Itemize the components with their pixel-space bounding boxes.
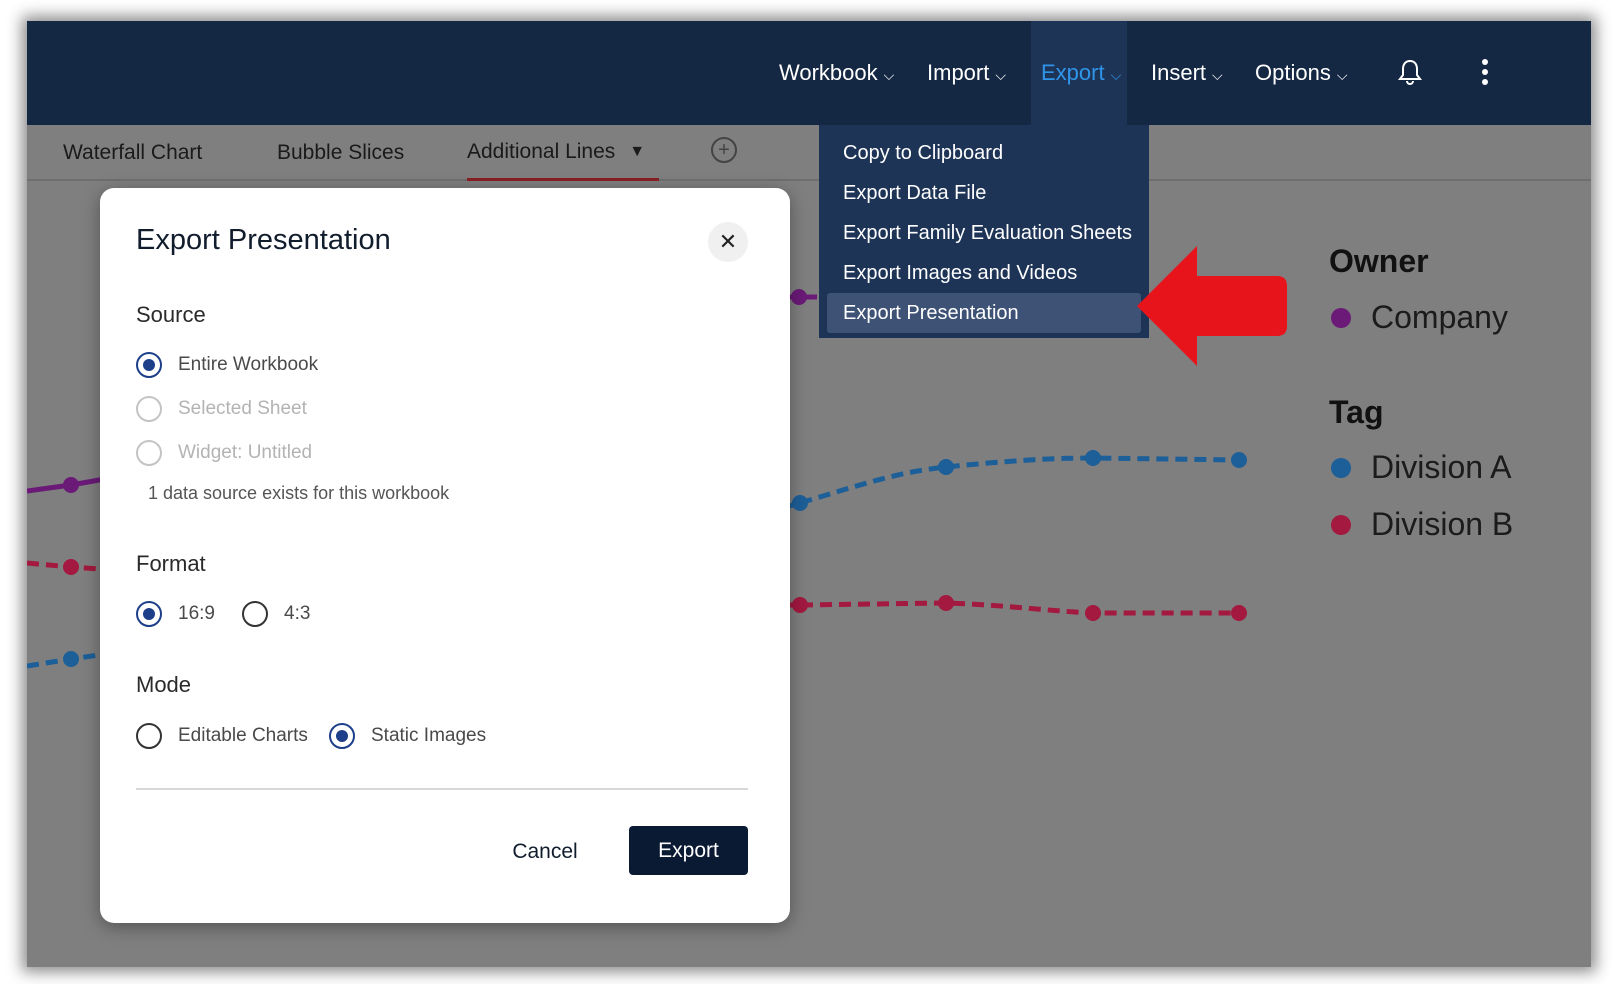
series-line-division-b xyxy=(782,600,1239,616)
menu-item-export-family-evaluation-sheets[interactable]: Export Family Evaluation Sheets xyxy=(827,213,1141,253)
export-button[interactable]: Export xyxy=(629,826,748,875)
series-line-division-a xyxy=(781,455,1240,511)
nav-menu-export[interactable]: Export ⌵ xyxy=(1031,21,1127,125)
tab-label: Waterfall Chart xyxy=(63,141,203,164)
data-point-division-b xyxy=(1231,605,1247,621)
radio-circle xyxy=(136,601,162,627)
legend-dot xyxy=(1331,457,1351,478)
chevron-down-icon: ⌵ xyxy=(1336,66,1348,83)
series-line-division-a-left xyxy=(27,652,100,669)
dialog-title: Export Presentation xyxy=(136,224,391,256)
legend-item-division-a: Division A xyxy=(1331,449,1512,486)
radio-entire-workbook[interactable]: Entire Workbook xyxy=(136,352,318,378)
chevron-down-icon: ⌵ xyxy=(883,66,895,83)
dialog-divider xyxy=(136,788,748,790)
tab-waterfall-chart[interactable]: Waterfall Chart xyxy=(63,125,202,181)
legend-item-company: Company xyxy=(1331,299,1508,336)
radio-circle xyxy=(136,396,162,422)
legend-dot xyxy=(1331,307,1351,328)
data-point-division-a xyxy=(1231,452,1247,468)
radio-label: Entire Workbook xyxy=(178,354,319,375)
radio-circle xyxy=(329,723,355,749)
legend-label: Division B xyxy=(1371,506,1514,542)
legend-title-owner: Owner xyxy=(1329,243,1429,279)
data-point-company xyxy=(63,477,79,493)
radio-circle xyxy=(242,601,268,627)
data-point-division-a xyxy=(1085,450,1101,466)
data-point-company xyxy=(791,289,807,305)
add-tab-icon[interactable]: + xyxy=(711,137,737,163)
legend-item-division-b: Division B xyxy=(1331,506,1513,543)
top-navigation-bar: Workbook ⌵ Import ⌵ Export ⌵ Insert ⌵ Op… xyxy=(27,21,1591,125)
data-source-hint: 1 data source exists for this workbook xyxy=(148,483,450,503)
export-dropdown-menu: Copy to Clipboard Export Data File Expor… xyxy=(819,125,1149,338)
nav-menu-label: Insert xyxy=(1151,60,1207,85)
close-icon[interactable]: ✕ xyxy=(708,222,748,262)
data-point-division-b xyxy=(792,597,808,613)
tab-additional-lines[interactable]: Additional Lines ▼ xyxy=(467,125,659,181)
sheet-tab-bar: Waterfall Chart Bubble Slices Additional… xyxy=(27,125,1591,181)
data-point-division-b xyxy=(63,559,79,575)
legend-label: Division A xyxy=(1371,449,1512,485)
menu-item-export-data-file[interactable]: Export Data File xyxy=(827,173,1141,213)
radio-label: Widget: Untitled xyxy=(178,442,313,463)
legend-label: Company xyxy=(1371,299,1508,335)
callout-arrow-icon xyxy=(1137,246,1287,366)
menu-item-export-presentation[interactable]: Export Presentation xyxy=(827,293,1141,333)
legend-title-tag: Tag xyxy=(1329,394,1384,430)
radio-label: Static Images xyxy=(371,725,487,746)
more-options-icon[interactable] xyxy=(1470,57,1500,87)
radio-static-images[interactable]: Static Images xyxy=(329,723,486,749)
radio-circle xyxy=(136,352,162,378)
radio-selected-sheet[interactable]: Selected Sheet xyxy=(136,396,307,422)
nav-menu-import[interactable]: Import ⌵ xyxy=(927,21,1006,125)
notifications-bell-icon[interactable] xyxy=(1395,57,1425,87)
nav-menu-label: Import xyxy=(927,60,990,85)
mode-section-label: Mode xyxy=(136,672,192,697)
format-section-label: Format xyxy=(136,551,206,576)
radio-format-16-9[interactable]: 16:9 xyxy=(136,601,215,627)
nav-menu-label: Options xyxy=(1255,60,1331,85)
legend-dot xyxy=(1331,514,1351,535)
radio-circle xyxy=(136,723,162,749)
data-point-division-a xyxy=(938,459,954,475)
export-presentation-dialog: Export Presentation ✕ Source Entire Work… xyxy=(100,188,790,923)
data-point-division-b xyxy=(1085,605,1101,621)
data-point-division-a xyxy=(63,651,79,667)
menu-item-copy-to-clipboard[interactable]: Copy to Clipboard xyxy=(827,133,1141,173)
data-point-division-a xyxy=(792,495,808,511)
source-section-label: Source xyxy=(136,302,206,327)
radio-format-4-3[interactable]: 4:3 xyxy=(242,601,310,627)
menu-item-export-images-and-videos[interactable]: Export Images and Videos xyxy=(827,253,1141,293)
series-line-division-b-left xyxy=(27,560,100,572)
tab-label: Bubble Slices xyxy=(277,141,405,164)
nav-menu-label: Export xyxy=(1041,60,1105,85)
caret-down-icon[interactable]: ▼ xyxy=(629,143,645,161)
radio-label: 16:9 xyxy=(178,603,215,624)
tab-label: Additional Lines xyxy=(467,139,616,163)
chevron-down-icon: ⌵ xyxy=(995,66,1006,83)
nav-menu-label: Workbook xyxy=(779,60,878,85)
radio-widget-untitled[interactable]: Widget: Untitled xyxy=(136,440,312,466)
app-window: Owner Company Tag Division A Division B … xyxy=(27,21,1591,967)
data-point-division-b xyxy=(938,595,954,611)
nav-menu-options[interactable]: Options ⌵ xyxy=(1255,21,1347,125)
radio-label: Editable Charts xyxy=(178,725,308,746)
tab-bubble-slices[interactable]: Bubble Slices xyxy=(277,125,404,181)
radio-label: 4:3 xyxy=(284,603,311,624)
nav-menu-workbook[interactable]: Workbook ⌵ xyxy=(779,21,894,125)
nav-menu-insert[interactable]: Insert ⌵ xyxy=(1151,21,1223,125)
radio-label: Selected Sheet xyxy=(178,398,307,419)
cancel-button[interactable]: Cancel xyxy=(500,828,590,876)
radio-editable-charts[interactable]: Editable Charts xyxy=(136,723,308,749)
chevron-down-icon: ⌵ xyxy=(1212,66,1223,83)
radio-circle xyxy=(136,440,162,466)
chevron-down-icon: ⌵ xyxy=(1110,66,1122,83)
